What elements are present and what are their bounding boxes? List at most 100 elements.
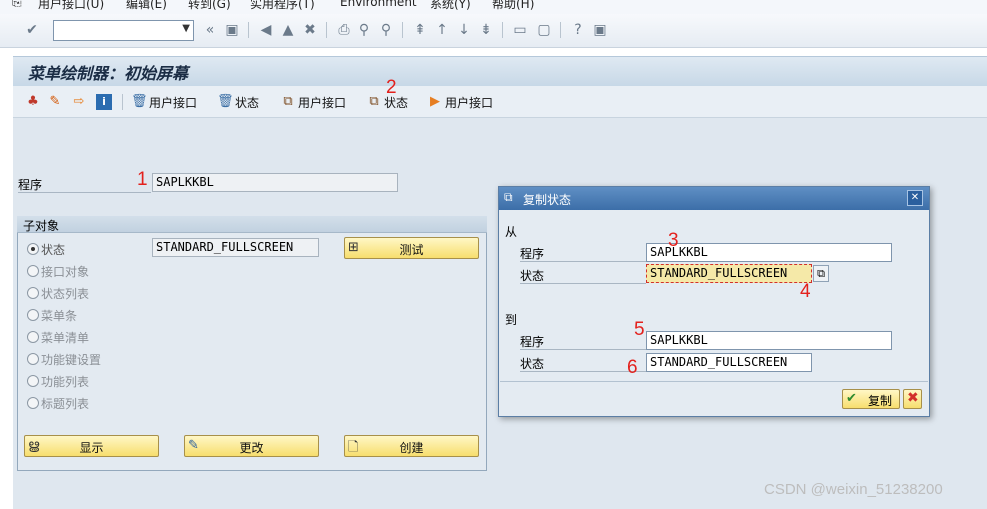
from-status-label: 状态 xyxy=(520,269,545,283)
toolbar-separator xyxy=(402,22,403,38)
find-next-icon[interactable]: ⚲ xyxy=(378,22,394,38)
toolbar-separator xyxy=(502,22,503,38)
radio-function-keys[interactable] xyxy=(27,353,39,365)
annotation-1: 1 xyxy=(137,169,148,190)
rename-user-interface-button[interactable]: ▶ 用户接口 xyxy=(427,93,493,111)
label-underline xyxy=(520,283,646,284)
value-help-icon[interactable]: ⧉ xyxy=(813,265,829,282)
dialog-window-icon: ⧉ xyxy=(504,190,513,204)
radio-label-function-list: 功能列表 xyxy=(41,375,90,389)
chevron-down-icon[interactable]: ▼ xyxy=(182,23,190,34)
radio-status-list[interactable] xyxy=(27,287,39,299)
from-program-field[interactable]: SAPLKKBL xyxy=(646,243,892,262)
test-button[interactable]: ⊞ 测试 xyxy=(344,237,479,259)
toolbar-separator xyxy=(326,22,327,38)
annotation-4: 4 xyxy=(800,281,811,302)
menu-user-interface[interactable]: 用户接口(U) xyxy=(38,0,104,12)
menu-goto[interactable]: 转到(G) xyxy=(188,0,231,12)
help-icon[interactable]: ? xyxy=(570,22,586,38)
from-status-field[interactable]: STANDARD_FULLSCREEN xyxy=(646,264,812,283)
to-status-field[interactable]: STANDARD_FULLSCREEN xyxy=(646,353,812,372)
menu-help[interactable]: 帮助(H) xyxy=(492,0,534,12)
sub-object-group-header: 子对象 xyxy=(17,216,487,233)
status-field[interactable]: STANDARD_FULLSCREEN xyxy=(152,238,319,257)
copy-user-interface-button[interactable]: ⧉ 用户接口 xyxy=(280,93,346,111)
page-title: 菜单绘制器：初始屏幕 xyxy=(28,64,189,83)
copy-icon: ⧉ xyxy=(283,94,293,109)
watermark: CSDN @weixin_51238200 xyxy=(764,481,943,498)
menu-edit[interactable]: 编辑(E) xyxy=(126,0,167,12)
menu-bar: ⎘ 用户接口(U) 编辑(E) 转到(G) 实用程序(T) Environmen… xyxy=(0,0,987,14)
program-field[interactable]: SAPLKKBL xyxy=(152,173,398,192)
create-button[interactable]: 🗋 创建 xyxy=(344,435,479,457)
copy-status-dialog xyxy=(498,186,930,417)
command-field[interactable]: ▼ xyxy=(53,20,194,41)
radio-label-interface-object: 接口对象 xyxy=(41,265,90,279)
cancel-button[interactable]: ✖ xyxy=(903,389,922,409)
radio-interface-object[interactable] xyxy=(27,265,39,277)
menu-utilities[interactable]: 实用程序(T) xyxy=(250,0,315,12)
toolbar-separator xyxy=(560,22,561,38)
radio-status[interactable] xyxy=(27,243,39,255)
cancel-icon: ✖ xyxy=(907,390,919,406)
last-page-icon[interactable]: ⇟ xyxy=(478,22,494,38)
cancel-icon[interactable]: ✖ xyxy=(302,22,318,38)
label-underline xyxy=(18,192,151,193)
menu-environment[interactable]: Environment xyxy=(340,0,417,9)
to-label: 到 xyxy=(505,313,518,327)
rename-icon: ▶ xyxy=(430,94,440,109)
copy-button[interactable]: ✔ 复制 xyxy=(842,389,900,409)
label-underline xyxy=(520,349,646,350)
display-button[interactable]: ൠ 显示 xyxy=(24,435,159,457)
copy-icon: ⧉ xyxy=(369,94,379,109)
next-page-icon[interactable]: ↓ xyxy=(456,22,472,38)
annotation-2: 2 xyxy=(386,77,397,98)
radio-label-menu-list: 菜单清单 xyxy=(41,331,90,345)
transport-icon[interactable]: ⇨ xyxy=(71,93,87,111)
first-page-icon[interactable]: ⇞ xyxy=(412,22,428,38)
new-session-icon[interactable]: ▭ xyxy=(512,22,528,38)
radio-label-status-list: 状态列表 xyxy=(41,287,90,301)
trash-icon: 🗑 xyxy=(217,94,234,109)
exit-icon[interactable]: ▲ xyxy=(280,22,296,38)
print-icon[interactable]: ⎙ xyxy=(336,22,352,38)
shortcut-icon[interactable]: ▢ xyxy=(536,22,552,38)
radio-label-function-keys: 功能键设置 xyxy=(41,353,102,367)
menu-icon[interactable]: ⎘ xyxy=(12,0,22,10)
check-icon: ✔ xyxy=(846,391,857,406)
delete-user-interface-button[interactable]: 🗑 用户接口 xyxy=(131,93,197,111)
radio-title-list[interactable] xyxy=(27,397,39,409)
to-status-label: 状态 xyxy=(520,357,545,371)
radio-label-menu-bar: 菜单条 xyxy=(41,309,78,323)
radio-menu-list[interactable] xyxy=(27,331,39,343)
back-icon[interactable]: ◀ xyxy=(258,22,274,38)
to-program-field[interactable]: SAPLKKBL xyxy=(646,331,892,350)
save-icon[interactable]: ▣ xyxy=(224,22,240,38)
annotation-3: 3 xyxy=(668,230,679,251)
toolbar-separator xyxy=(248,22,249,38)
close-icon[interactable]: ✕ xyxy=(907,190,923,206)
change-button[interactable]: ✎ 更改 xyxy=(184,435,319,457)
radio-menu-bar[interactable] xyxy=(27,309,39,321)
layout-icon[interactable]: ▣ xyxy=(592,22,608,38)
menu-system[interactable]: 系统(Y) xyxy=(430,0,471,12)
toolbar-separator xyxy=(122,94,123,110)
from-label: 从 xyxy=(505,225,518,239)
trash-icon: 🗑 xyxy=(131,94,148,109)
group-title: 子对象 xyxy=(23,219,60,233)
dialog-title: 复制状态 xyxy=(523,193,572,207)
delete-status-button[interactable]: 🗑 状态 xyxy=(217,93,259,111)
to-program-label: 程序 xyxy=(520,335,545,349)
radio-function-list[interactable] xyxy=(27,375,39,387)
find-icon[interactable]: ⚲ xyxy=(356,22,372,38)
annotation-6: 6 xyxy=(627,357,638,378)
info-icon[interactable]: i xyxy=(96,93,112,111)
hierarchy-icon[interactable]: ♣ xyxy=(25,93,41,111)
radio-label-title-list: 标题列表 xyxy=(41,397,90,411)
radio-label-status: 状态 xyxy=(41,243,66,257)
wand-icon[interactable]: ✎ xyxy=(47,93,63,111)
label-underline xyxy=(520,261,646,262)
history-back-icon: « xyxy=(205,22,215,38)
prev-page-icon[interactable]: ↑ xyxy=(434,22,450,38)
enter-icon[interactable]: ✔ xyxy=(24,22,40,38)
